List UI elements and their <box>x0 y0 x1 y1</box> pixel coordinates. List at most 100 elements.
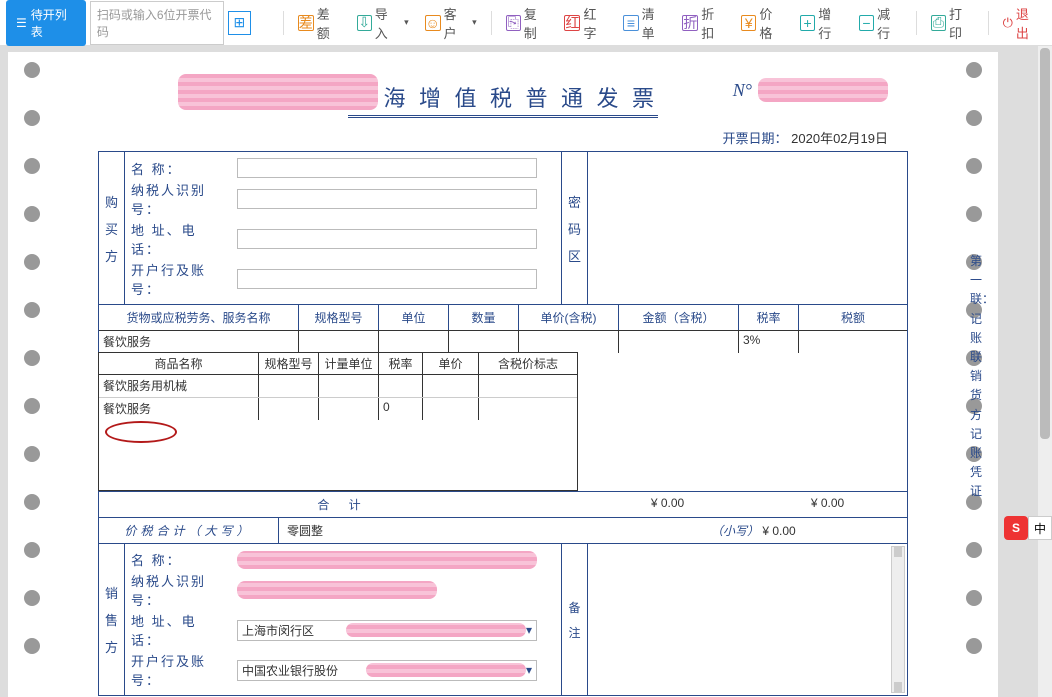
total-tax: ¥ 0.00 <box>747 492 907 517</box>
seller-addr-value: 上海市闵行区 <box>242 622 346 639</box>
buyer-name-label: 名 称： <box>131 159 231 178</box>
kehu-label: 客户 <box>444 4 467 42</box>
zhekou-label: 折扣 <box>701 4 725 42</box>
sh-price: 单价 <box>423 353 479 374</box>
pending-list-button[interactable]: ☰ 待开列表 <box>6 0 86 46</box>
hongzi-label: 红字 <box>583 4 607 42</box>
xiaoxie-label: （小写） <box>711 524 759 538</box>
buyer-addr-input[interactable] <box>237 229 537 249</box>
chae-button[interactable]: 差差额 <box>292 0 347 46</box>
item-name: 餐饮服务用机械 <box>99 375 259 397</box>
dropdown-list: 餐饮服务用机械 餐饮服务 0 <box>99 375 577 490</box>
separator <box>916 11 917 35</box>
addrow-icon: + <box>800 15 815 31</box>
zenghang-button[interactable]: +增行 <box>794 0 849 46</box>
separator <box>491 11 492 35</box>
dropdown-item[interactable]: 餐饮服务用机械 <box>99 375 577 398</box>
hongzi-button[interactable]: 红红字 <box>558 0 613 46</box>
vertical-scrollbar[interactable] <box>1038 46 1052 697</box>
jiage-button[interactable]: ¥价格 <box>735 0 790 46</box>
item-name: 餐饮服务 <box>99 398 259 420</box>
entry-spec[interactable] <box>299 331 379 353</box>
entry-amount[interactable] <box>619 331 739 353</box>
entry-price[interactable] <box>519 331 619 353</box>
col-rate: 税率 <box>739 305 799 330</box>
col-price: 单价(含税) <box>519 305 619 330</box>
sh-unit: 计量单位 <box>319 353 379 374</box>
remark-box[interactable] <box>587 544 907 695</box>
seller-addr-dropdown[interactable]: 上海市闵行区 ▾ <box>237 620 537 641</box>
buyer-taxno-label: 纳税人识别号： <box>131 180 231 218</box>
search-input[interactable]: 扫码或输入6位开票代码 <box>90 1 224 45</box>
daoru-button[interactable]: ⇩导入▾ <box>351 0 415 46</box>
seller-bank-value: 中国农业银行股份 <box>242 662 366 679</box>
col-tax: 税额 <box>799 305 907 330</box>
chae-label: 差额 <box>317 4 341 42</box>
qingdan-label: 清单 <box>642 4 667 42</box>
buyer-bank-label: 开户行及账号： <box>131 260 231 298</box>
separator <box>283 11 284 35</box>
entry-unit[interactable] <box>379 331 449 353</box>
chevron-down-icon: ▾ <box>472 17 477 28</box>
daxie-value: 零圆整 <box>279 518 707 543</box>
toolbar: ☰ 待开列表 扫码或输入6位开票代码 ⊞ 差差额 ⇩导入▾ ☺客户 ▾ ⎘复制 红… <box>0 0 1052 46</box>
print-icon: ⎙ <box>931 15 946 31</box>
daoru-label: 导入 <box>375 4 399 42</box>
hongzi-icon: 红 <box>564 15 580 31</box>
buyer-taxno-input[interactable] <box>237 189 537 209</box>
dropdown-item[interactable]: 餐饮服务 0 <box>99 398 577 420</box>
seller-vlabel: 销售方 <box>99 544 125 695</box>
no-label: N° <box>733 80 752 101</box>
xiaoxie: （小写） ¥ 0.00 <box>707 518 907 543</box>
list-icon: ☰ <box>16 16 27 30</box>
entry-name[interactable]: 餐饮服务 <box>99 331 299 353</box>
delrow-icon: − <box>859 15 874 31</box>
buyer-bank-input[interactable] <box>237 269 537 289</box>
chae-icon: 差 <box>298 15 314 31</box>
redacted-code <box>178 74 378 110</box>
fuzhi-button[interactable]: ⎘复制 <box>500 0 555 46</box>
search-placeholder: 扫码或输入6位开票代码 <box>97 6 217 40</box>
dayin-button[interactable]: ⎙打印 <box>925 0 980 46</box>
title-row: 上 海 增 值 税 普 通 发 票 N° <box>58 64 948 118</box>
tuichu-label: 退出 <box>1016 4 1040 42</box>
qingdan-button[interactable]: ≡清单 <box>617 0 672 46</box>
remark-scrollbar[interactable] <box>891 546 905 693</box>
chevron-down-icon: ▾ <box>526 663 532 677</box>
sh-rate: 税率 <box>379 353 423 374</box>
cipher-box <box>587 152 907 304</box>
zhekou-button[interactable]: 折折扣 <box>676 0 731 46</box>
entry-qty[interactable] <box>449 331 519 353</box>
total-label: 合 计 <box>99 492 587 517</box>
customer-icon: ☺ <box>425 15 441 31</box>
total-row: 合 计 ¥ 0.00 ¥ 0.00 <box>99 491 907 517</box>
col-qty: 数量 <box>449 305 519 330</box>
redacted-seller-name <box>237 551 537 569</box>
col-unit: 单位 <box>379 305 449 330</box>
entry-rate[interactable]: 3% <box>739 331 799 353</box>
invoice-paper: 上 海 增 值 税 普 通 发 票 N° 开票日期： 2020年02月19日 购… <box>8 52 998 697</box>
buyer-name-input[interactable] <box>237 158 537 178</box>
entry-row[interactable]: 餐饮服务 3% <box>99 331 907 353</box>
discount-icon: 折 <box>682 15 698 31</box>
seller-addr-label: 地 址、电 话： <box>131 611 231 649</box>
redacted-number <box>758 78 888 102</box>
redacted-seller-taxno <box>237 581 437 599</box>
copy-icon: ⎘ <box>506 15 521 31</box>
invoice-number: N° <box>733 78 888 102</box>
seller-block: 销售方 名 称： 纳税人识别号： 地 址、电 话： 上海市闵行区▾ 开户行及账号… <box>99 543 907 695</box>
cipher-vlabel: 密码区 <box>561 152 587 304</box>
qr-icon[interactable]: ⊞ <box>228 11 251 35</box>
kehu-button[interactable]: ☺客户 ▾ <box>419 0 483 46</box>
chevron-down-icon: ▾ <box>526 623 532 637</box>
jianhang-button[interactable]: −减行 <box>853 0 908 46</box>
seller-bank-dropdown[interactable]: 中国农业银行股份 ▾ <box>237 660 537 681</box>
sh-name: 商品名称 <box>99 353 259 374</box>
remark-vlabel: 备注 <box>561 544 587 695</box>
invoice-date: 开票日期： 2020年02月19日 <box>58 118 948 151</box>
entry-tax[interactable] <box>799 331 907 353</box>
buyer-block: 购买方 名 称： 纳税人识别号： 地 址、电 话： 开户行及账号： 密码区 <box>99 152 907 304</box>
goods-dropdown[interactable]: 商品名称 规格型号 计量单位 税率 单价 含税价标志 餐饮服务用机械 <box>98 352 578 491</box>
tuichu-button[interactable]: ⏻退出 <box>997 0 1046 46</box>
ime-indicator[interactable]: S 中 <box>1004 516 1052 540</box>
